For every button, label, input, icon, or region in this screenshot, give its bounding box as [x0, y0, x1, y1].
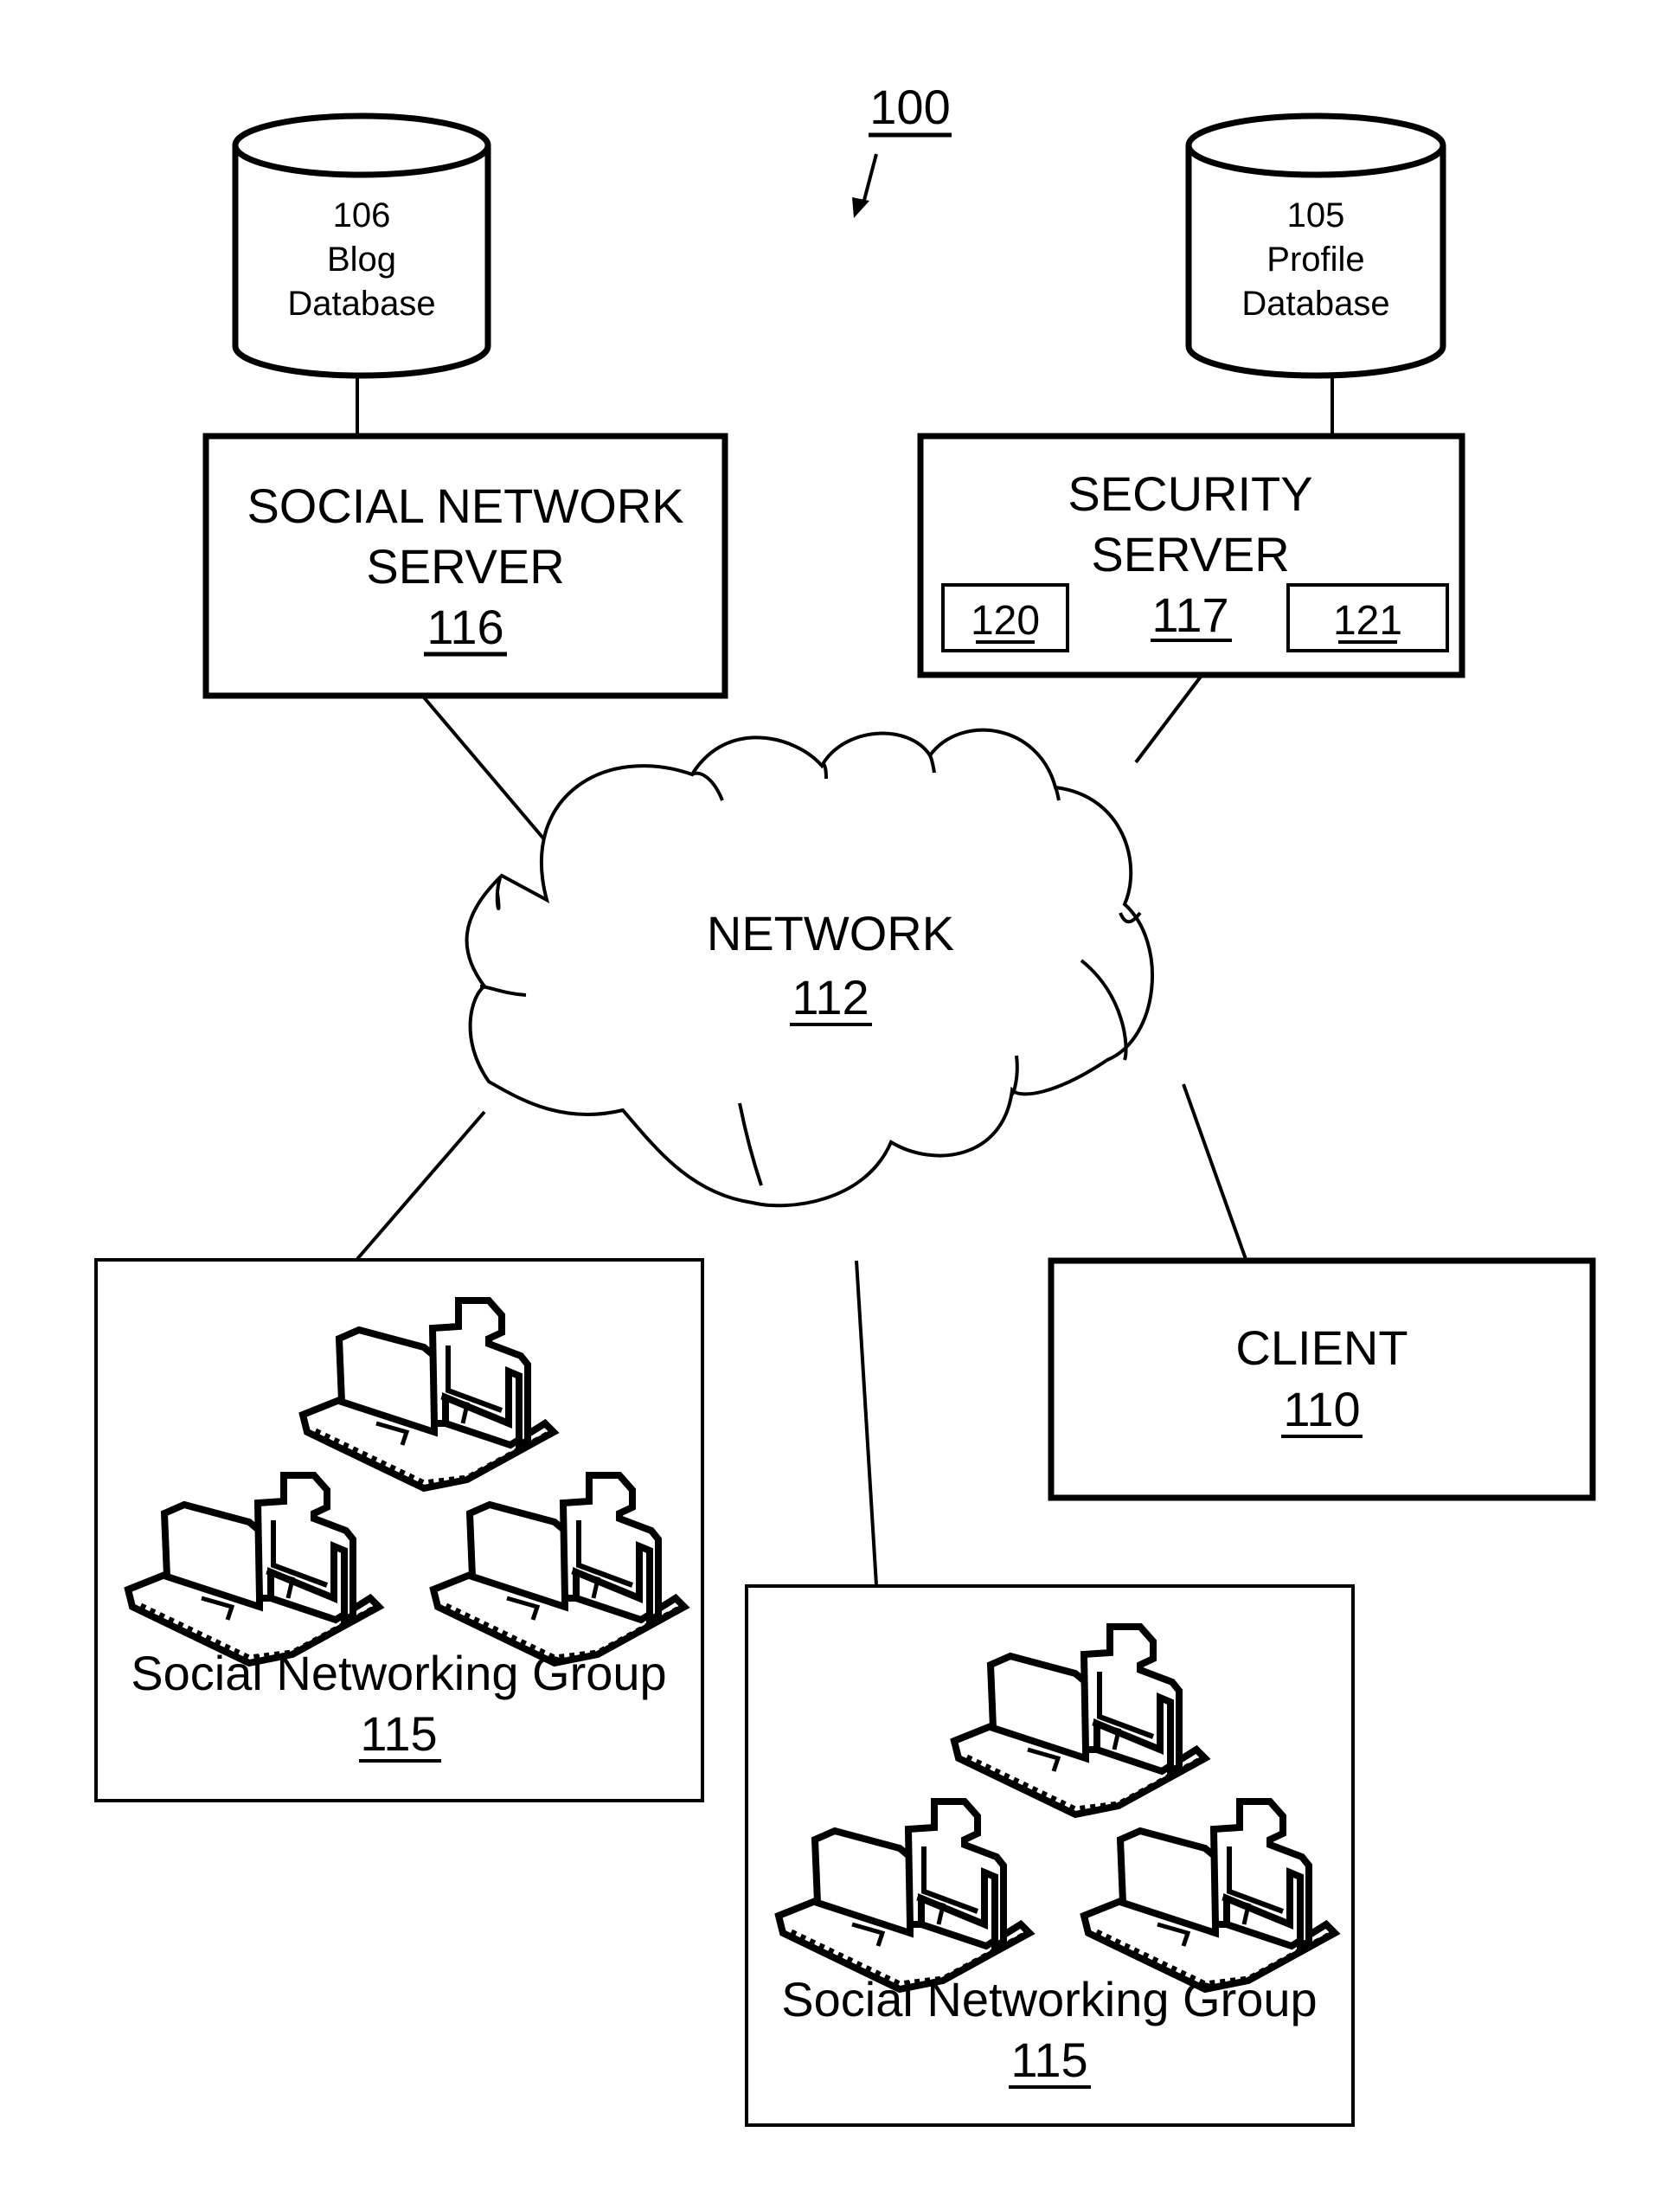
- connector-network-group1: [356, 1110, 486, 1261]
- connector-network-client: [1182, 1083, 1247, 1260]
- connector-security-network: [1134, 675, 1202, 764]
- security-module-121: 121: [1286, 583, 1449, 652]
- social-network-server: SOCIAL NETWORK SERVER 116: [202, 433, 728, 699]
- profile-db-line2: Database: [1241, 285, 1389, 323]
- profile-db-ref: 105: [1287, 196, 1345, 234]
- network-label: NETWORK: [707, 906, 954, 960]
- network-cloud-outline: [465, 728, 1155, 1208]
- client-label: CLIENT: [1235, 1320, 1407, 1375]
- module-121-ref: 121: [1333, 598, 1402, 644]
- sn-server-line1: SOCIAL NETWORK: [247, 478, 683, 533]
- connector-network-group2: [855, 1260, 878, 1586]
- blog-db-line1: Blog: [327, 241, 396, 279]
- client: CLIENT 110: [1048, 1257, 1596, 1501]
- group-2-ref: 115: [1010, 2033, 1087, 2087]
- figure-ref-label: 100: [869, 80, 950, 134]
- security-server-line2: SERVER: [1091, 527, 1289, 581]
- profile-db-line1: Profile: [1266, 241, 1364, 279]
- network-ref: 112: [792, 970, 869, 1024]
- figure-ref-arrowhead: [852, 197, 869, 218]
- system-diagram: 100 106 Blog Database 105 Profile Databa…: [94, 80, 1596, 2127]
- sn-server-ref: 116: [426, 600, 503, 654]
- network-cloud: NETWORK 112: [465, 728, 1155, 1208]
- blog-database: 106 Blog Database: [232, 112, 491, 379]
- blog-db-ref: 106: [333, 196, 391, 234]
- module-120-ref: 120: [971, 598, 1040, 644]
- profile-db-top: [1185, 112, 1446, 178]
- security-server: SECURITY SERVER 117 120 121: [917, 433, 1465, 678]
- client-box: [1048, 1257, 1596, 1501]
- connector-snserver-network: [422, 696, 551, 847]
- blog-db-top: [232, 112, 491, 178]
- social-networking-group-1: Social Networking Group 115: [94, 1258, 704, 1802]
- security-server-line1: SECURITY: [1068, 466, 1312, 521]
- profile-database: 105 Profile Database: [1185, 112, 1446, 379]
- client-ref: 110: [1283, 1382, 1360, 1436]
- figure-ref-arrow-shaft: [862, 153, 878, 204]
- social-networking-group-2: Social Networking Group 115: [745, 1584, 1355, 2127]
- figure-reference: 100: [852, 80, 952, 218]
- sn-server-line2: SERVER: [366, 539, 564, 594]
- group-2-label: Social Networking Group: [781, 1972, 1317, 2026]
- security-module-120: 120: [941, 583, 1069, 652]
- group-1-ref: 115: [360, 1706, 437, 1761]
- blog-db-line2: Database: [287, 285, 435, 323]
- group-1-label: Social Networking Group: [131, 1646, 666, 1700]
- security-server-ref: 117: [1151, 588, 1228, 642]
